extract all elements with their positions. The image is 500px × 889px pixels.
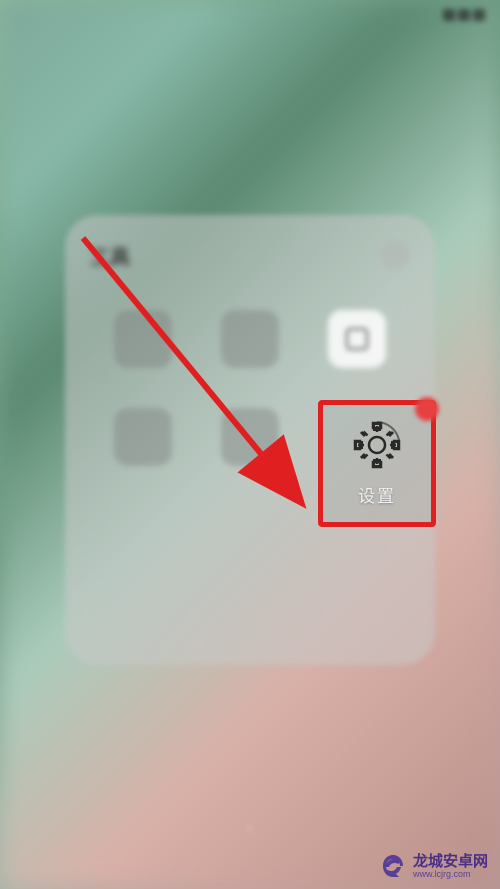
app-icon <box>328 310 386 368</box>
watermark-name: 龙城安卓网 <box>413 854 488 871</box>
app-icon <box>221 408 279 466</box>
folder-title: 工具 <box>90 241 130 270</box>
folder-close-button[interactable] <box>380 240 410 270</box>
app-item-5[interactable] <box>207 408 294 476</box>
app-item-1[interactable] <box>100 310 187 378</box>
app-item-4[interactable] <box>100 408 187 476</box>
watermark: 龙城安卓网 www.lcjrg.com <box>379 853 488 881</box>
gear-icon[interactable] <box>352 420 402 470</box>
status-indicators <box>443 9 485 21</box>
app-icon <box>221 310 279 368</box>
signal-icon <box>443 9 455 21</box>
notification-badge <box>415 397 439 421</box>
battery-icon <box>473 9 485 21</box>
app-icon <box>114 310 172 368</box>
annotation-highlight-box: 设置 <box>318 400 436 527</box>
home-indicator[interactable]: ⌃ <box>244 824 256 841</box>
watermark-logo-icon <box>379 853 407 881</box>
folder-header: 工具 <box>90 240 410 270</box>
app-item-2[interactable] <box>207 310 294 378</box>
app-icon <box>114 408 172 466</box>
app-item-3[interactable] <box>313 310 400 378</box>
watermark-url: www.lcjrg.com <box>413 870 488 880</box>
settings-app-label: 设置 <box>358 482 396 507</box>
wifi-icon <box>458 9 470 21</box>
status-bar <box>0 0 500 30</box>
